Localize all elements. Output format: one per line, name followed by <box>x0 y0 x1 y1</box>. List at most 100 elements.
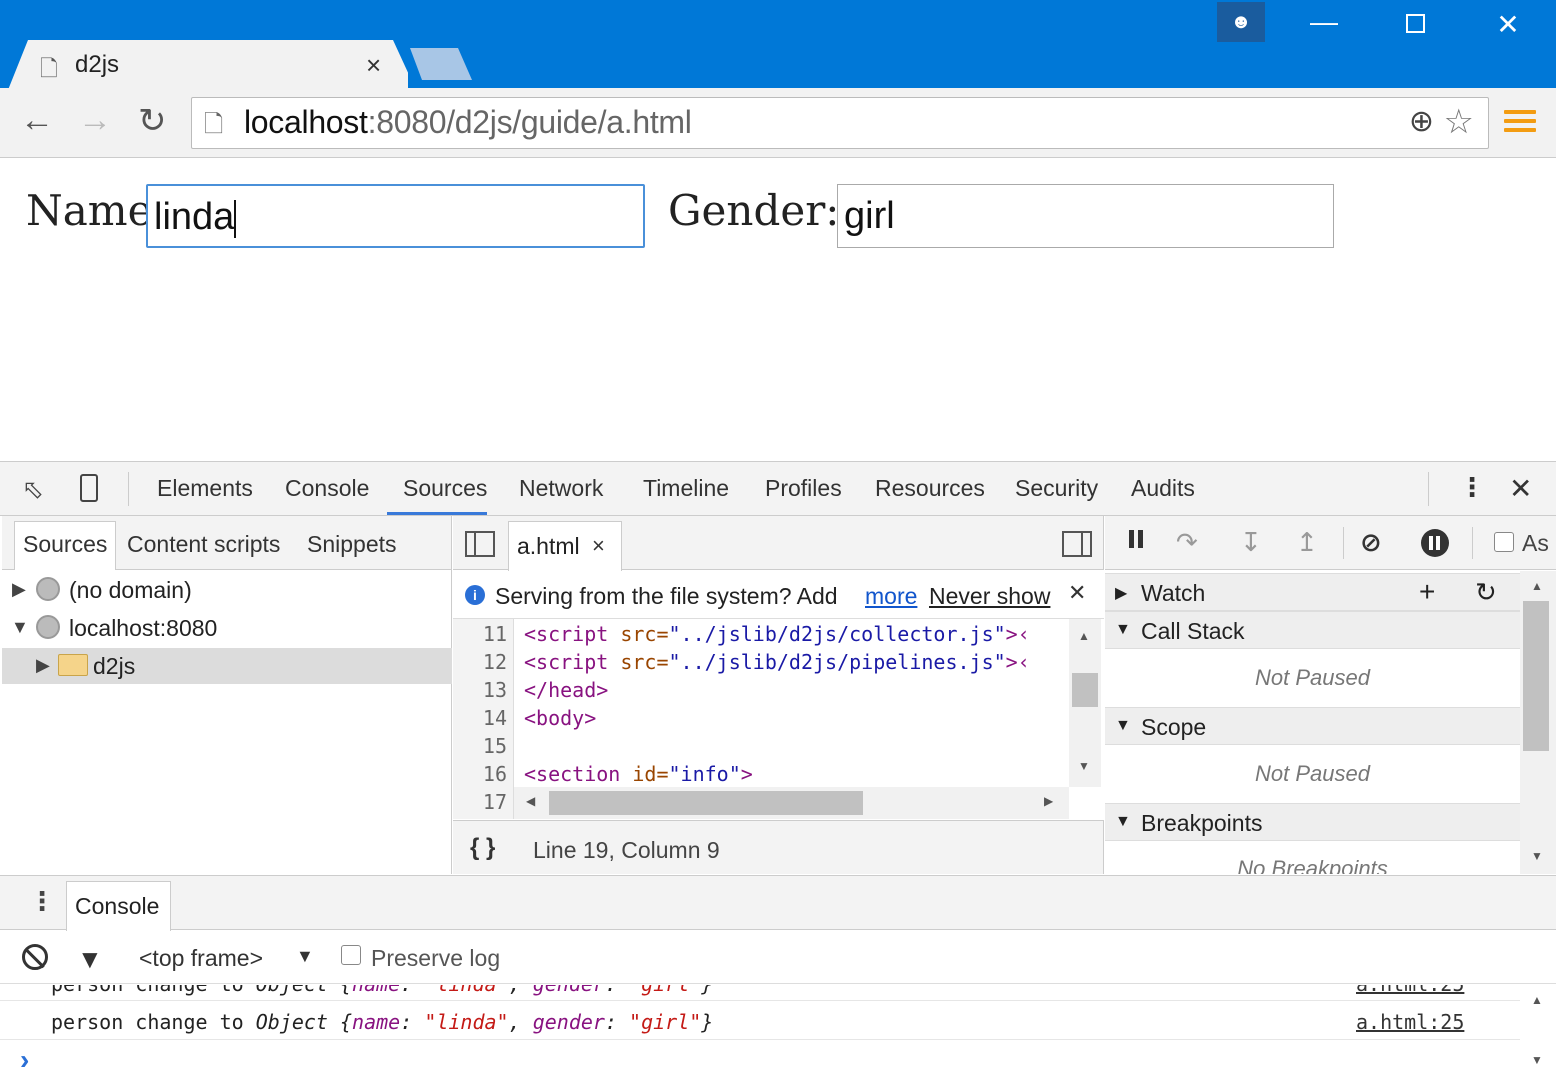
line-number[interactable]: 13 <box>453 678 507 702</box>
page-icon: 🗋 <box>40 56 58 81</box>
context-select[interactable]: <top frame> <box>139 945 263 972</box>
async-label: As <box>1522 530 1549 556</box>
context-dropdown-icon[interactable]: ▼ <box>296 946 314 967</box>
console-source-link[interactable]: a.html:25 <box>1356 985 1464 996</box>
step-over-icon[interactable]: ↷ <box>1176 527 1198 558</box>
tab-resources[interactable]: Resources <box>875 475 985 502</box>
expand-arrow-icon: ▶ <box>1115 585 1128 602</box>
infobar-never-show-link[interactable]: Never show <box>929 583 1050 610</box>
add-watch-icon[interactable]: + <box>1419 576 1435 608</box>
user-profile-icon[interactable]: ☻ <box>1217 2 1265 42</box>
tab-title: d2js <box>75 51 120 78</box>
debugger-scrollbar[interactable]: ▲ ▼ <box>1520 571 1556 874</box>
name-input[interactable]: linda <box>146 184 645 248</box>
async-checkbox[interactable] <box>1494 532 1514 552</box>
code-line[interactable]: <script src="../jslib/d2js/pipelines.js"… <box>524 650 1069 674</box>
tab-elements[interactable]: Elements <box>157 475 253 502</box>
step-into-icon[interactable]: ↧ <box>1240 527 1262 558</box>
pretty-print-icon[interactable]: { } <box>470 834 495 862</box>
preserve-log-checkbox[interactable] <box>341 945 361 965</box>
line-number[interactable]: 11 <box>453 622 507 646</box>
tab-close-icon[interactable]: × <box>366 50 381 81</box>
folder-icon <box>58 654 88 676</box>
refresh-watch-icon[interactable]: ↻ <box>1475 577 1497 608</box>
line-number[interactable]: 16 <box>453 762 507 786</box>
gender-input[interactable]: girl <box>837 184 1334 248</box>
step-out-icon[interactable]: ↥ <box>1296 527 1318 558</box>
code-line[interactable]: <section id="info"> <box>524 762 753 786</box>
editor-horizontal-scrollbar[interactable]: ◀ ▶ <box>514 787 1069 819</box>
tree-item-localhost[interactable]: localhost:8080 <box>69 615 217 642</box>
breakpoints-section-header[interactable]: ▼ Breakpoints <box>1105 803 1520 841</box>
infobar-close-icon[interactable]: ✕ <box>1068 580 1086 606</box>
reload-icon[interactable]: ↻ <box>138 101 167 141</box>
console-scrollbar[interactable]: ▲ ▼ <box>1520 985 1556 1083</box>
expand-arrow-icon[interactable]: ▶ <box>36 655 50 676</box>
breakpoints-status: No Breakpoints <box>1237 856 1388 874</box>
drawer-menu-icon[interactable]: ⋮ <box>29 886 55 917</box>
watch-section-header[interactable]: ▶ Watch + ↻ <box>1105 573 1520 611</box>
console-input[interactable] <box>50 1044 1510 1076</box>
forward-icon[interactable]: → <box>78 101 112 140</box>
collapse-arrow-icon[interactable]: ▼ <box>11 617 29 638</box>
console-source-link[interactable]: a.html:25 <box>1356 1010 1464 1034</box>
address-bar[interactable]: 🗋 localhost:8080/d2js/guide/a.html ⊕ ☆ <box>191 97 1489 149</box>
scope-status: Not Paused <box>1255 761 1370 786</box>
deactivate-breakpoints-icon[interactable]: ⊘ <box>1360 527 1382 558</box>
browser-tab[interactable]: 🗋 d2js × <box>8 40 408 90</box>
toggle-navigator-icon[interactable] <box>465 531 495 557</box>
tree-item-d2js[interactable]: d2js <box>93 653 135 680</box>
nav-tab-snippets[interactable]: Snippets <box>307 531 397 558</box>
inspect-element-icon[interactable]: ⬁ <box>22 474 44 505</box>
active-tab-indicator <box>387 512 487 515</box>
back-icon[interactable]: ← <box>20 101 54 140</box>
code-line[interactable]: </head> <box>524 678 608 702</box>
browser-menu-icon[interactable] <box>1504 110 1536 137</box>
tab-network[interactable]: Network <box>519 475 603 502</box>
expand-arrow-icon[interactable]: ▶ <box>12 579 26 600</box>
page-icon: 🗋 <box>204 111 224 138</box>
tab-console[interactable]: Console <box>285 475 369 502</box>
code-line[interactable]: <script src="../jslib/d2js/collector.js"… <box>524 622 1069 646</box>
infobar-text: Serving from the file system? Add <box>495 583 838 609</box>
line-number[interactable]: 12 <box>453 650 507 674</box>
zoom-icon[interactable]: ⊕ <box>1409 104 1434 139</box>
pause-on-exceptions-icon[interactable] <box>1421 529 1449 557</box>
breakpoints-body: No Breakpoints <box>1105 842 1520 874</box>
nav-tab-content-scripts[interactable]: Content scripts <box>127 531 280 558</box>
minimize-button[interactable]: — <box>1299 6 1349 38</box>
editor-vertical-scrollbar[interactable]: ▲ ▼ <box>1069 619 1101 787</box>
line-number[interactable]: 14 <box>453 706 507 730</box>
tab-audits[interactable]: Audits <box>1131 475 1195 502</box>
more-options-icon[interactable]: ⋮ <box>1459 472 1485 503</box>
close-window-button[interactable]: ✕ <box>1483 8 1533 41</box>
tab-timeline[interactable]: Timeline <box>643 475 729 502</box>
tab-security[interactable]: Security <box>1015 475 1098 502</box>
scope-section-header[interactable]: ▼ Scope <box>1105 707 1520 745</box>
collapse-arrow-icon: ▼ <box>1115 813 1131 830</box>
code-line[interactable]: <body> <box>524 706 596 730</box>
infobar-more-link[interactable]: more <box>865 583 917 610</box>
maximize-button[interactable] <box>1390 10 1440 33</box>
collapse-arrow-icon: ▼ <box>1115 717 1131 734</box>
tab-profiles[interactable]: Profiles <box>765 475 842 502</box>
tree-item-no-domain[interactable]: (no domain) <box>69 577 192 604</box>
filter-icon[interactable]: ▼ <box>77 944 103 975</box>
clear-console-icon[interactable] <box>22 944 48 970</box>
console-message: person change to Object {name: "linda", … <box>0 1002 1520 1040</box>
close-file-icon[interactable]: × <box>592 533 605 559</box>
device-mode-icon[interactable] <box>80 474 98 502</box>
call-stack-section-header[interactable]: ▼ Call Stack <box>1105 611 1520 649</box>
editor-file-tab-label: a.html <box>517 533 580 559</box>
line-number[interactable]: 15 <box>453 734 507 758</box>
console-message-text: person change to Object {name: "linda", … <box>51 1010 714 1034</box>
debugger-toolbar <box>1105 516 1556 570</box>
globe-icon <box>36 577 60 601</box>
tab-sources[interactable]: Sources <box>403 475 487 502</box>
pause-icon[interactable] <box>1127 530 1147 552</box>
line-number[interactable]: 17 <box>453 790 507 814</box>
toggle-debugger-icon[interactable] <box>1062 531 1092 557</box>
nav-tab-sources[interactable]: Sources <box>23 531 107 558</box>
close-devtools-icon[interactable]: ✕ <box>1509 472 1532 505</box>
bookmark-star-icon[interactable]: ☆ <box>1444 102 1474 142</box>
